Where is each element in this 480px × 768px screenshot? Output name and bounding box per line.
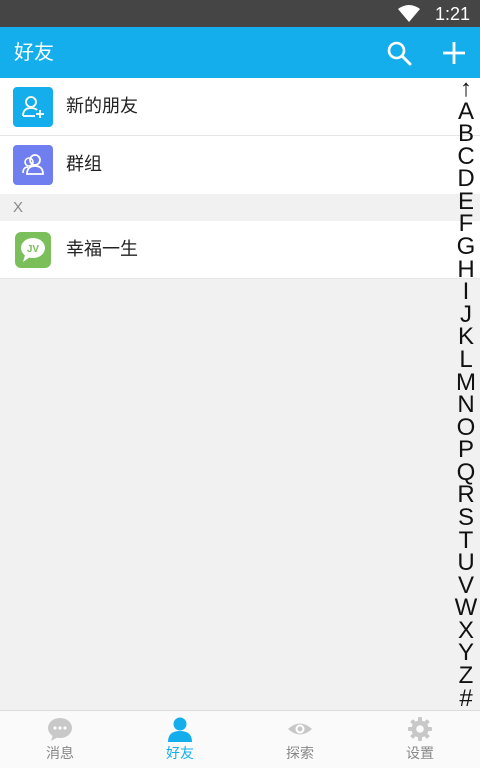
page-title: 好友 [14, 40, 54, 64]
contact-item[interactable]: JV 幸福一生 [0, 221, 480, 279]
tab-label: 探索 [286, 746, 314, 762]
contact-name: 幸福一生 [66, 239, 138, 260]
tab-explore[interactable]: 探索 [240, 711, 360, 768]
gear-icon [408, 717, 432, 741]
chat-icon [48, 718, 72, 741]
index-letter[interactable]: I [463, 280, 470, 304]
tab-label: 设置 [406, 746, 434, 762]
tab-label: 好友 [166, 746, 194, 762]
index-letter[interactable]: B [458, 122, 474, 146]
index-letter[interactable]: L [459, 347, 472, 371]
contact-avatar: JV [15, 232, 51, 268]
svg-text:JV: JV [27, 244, 40, 255]
index-letter[interactable]: ↑ [460, 77, 472, 101]
friend-list: 新的朋友 群组 X JV 幸福一生 [0, 78, 480, 279]
groups-label: 群组 [66, 154, 102, 175]
index-letter[interactable]: N [457, 393, 474, 417]
index-letter[interactable]: S [458, 505, 474, 529]
new-friends-item[interactable]: 新的朋友 [0, 78, 480, 136]
tab-friends[interactable]: 好友 [120, 711, 240, 768]
search-icon[interactable] [386, 40, 412, 66]
index-letter[interactable]: G [457, 235, 476, 259]
index-letter[interactable]: W [455, 596, 478, 620]
alphabet-index-bar[interactable]: ↑ A B C D E F G H I J K L M N O P Q R S T U V W X Y Z # [454, 77, 478, 711]
add-icon[interactable] [440, 39, 468, 67]
index-letter[interactable]: U [457, 551, 474, 575]
app-bar: 好友 [0, 27, 480, 78]
status-time: 1:21 [434, 4, 470, 24]
tab-settings[interactable]: 设置 [360, 711, 480, 768]
wifi-icon [398, 5, 420, 22]
index-letter[interactable]: Z [459, 664, 474, 688]
group-icon [13, 145, 53, 185]
bottom-nav: 消息 好友 探索 设置 [0, 710, 480, 768]
groups-item[interactable]: 群组 [0, 136, 480, 194]
tab-messages[interactable]: 消息 [0, 711, 120, 768]
new-friends-label: 新的朋友 [66, 96, 138, 117]
index-letter[interactable]: P [458, 438, 474, 462]
tab-label: 消息 [46, 746, 74, 762]
section-header: X [0, 194, 480, 221]
add-friend-icon [13, 87, 53, 127]
eye-icon [288, 723, 312, 735]
person-icon [168, 717, 192, 742]
index-letter[interactable]: D [457, 167, 474, 191]
status-bar: 1:21 [0, 0, 480, 27]
index-letter[interactable]: # [459, 686, 472, 710]
